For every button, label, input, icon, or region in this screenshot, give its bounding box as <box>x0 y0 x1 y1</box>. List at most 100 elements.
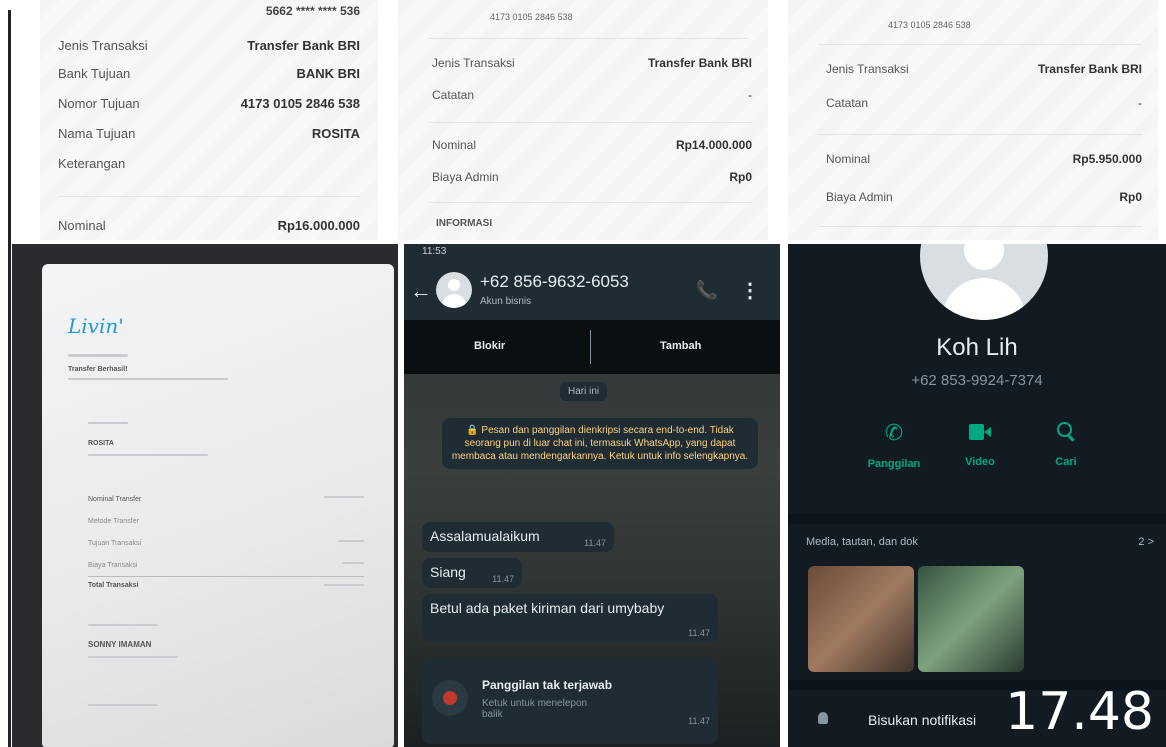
contact-phone[interactable]: +62 856-9632-6053 <box>480 272 629 292</box>
detail-item: Biaya Transaksi <box>88 562 138 569</box>
status-time: 11:53 <box>422 246 447 257</box>
row-value: BANK BRI <box>296 66 360 81</box>
receipt-watermark <box>398 0 768 240</box>
row-value: Transfer Bank BRI <box>1037 62 1142 76</box>
media-thumbnail[interactable] <box>918 566 1024 672</box>
back-icon[interactable]: ← <box>410 278 432 304</box>
divider <box>818 44 1142 45</box>
video-label: Video <box>965 456 995 468</box>
video-icon <box>969 424 991 440</box>
video-action[interactable]: Video <box>940 420 1020 468</box>
receipt-panel-1: 5662 **** **** 536 Jenis Transaksi Trans… <box>40 0 378 240</box>
row-value: ROSITA <box>311 126 360 141</box>
divider <box>428 38 748 39</box>
receipt-row: Nomor Tujuan 4173 0105 2846 538 <box>58 96 360 116</box>
missed-call-bubble[interactable]: Panggilan tak terjawab Ketuk untuk menel… <box>422 658 718 744</box>
overlay-time: 17.48 <box>1005 682 1154 742</box>
media-header[interactable]: Media, tautan, dan dok 2 > <box>788 528 1166 558</box>
transfer-status: Transfer Berhasil! <box>68 366 128 373</box>
contact-info-panel: Koh Lih +62 853-9924-7374 ✆ Panggilan Vi… <box>788 244 1166 747</box>
info-label: INFORMASI <box>436 218 493 229</box>
receipt-row: Biaya Admin Rp0 <box>432 170 752 188</box>
missed-call-title: Panggilan tak terjawab <box>482 678 613 692</box>
row-label: Nominal <box>826 152 871 166</box>
nominal-value: Rp16.000.000 <box>277 218 360 233</box>
row-value: 4173 0105 2846 538 <box>240 96 360 111</box>
receipt-panel-2: 4173 0105 2846 538 Jenis Transaksi Trans… <box>398 0 768 240</box>
receipt-row: Jenis Transaksi Transfer Bank BRI <box>826 62 1142 80</box>
nominal-label: Nominal <box>58 218 106 233</box>
message-time: 11.47 <box>492 574 514 584</box>
date-chip: Hari ini <box>560 382 608 401</box>
add-button[interactable]: Tambah <box>660 340 701 352</box>
divider <box>428 202 752 203</box>
media-label: Media, tautan, dan dok <box>806 536 918 548</box>
placeholder-line <box>324 496 364 498</box>
receipt-row: Keterangan <box>58 156 360 176</box>
account-number: 4173 0105 2846 538 <box>888 20 971 30</box>
chat-action-bar: Blokir Tambah <box>404 320 780 374</box>
account-number: 4173 0105 2846 538 <box>490 12 573 22</box>
divider <box>88 576 364 577</box>
search-label: Cari <box>1055 456 1077 468</box>
row-label: Catatan <box>826 96 869 110</box>
contact-subtitle: Akun bisnis <box>480 296 532 307</box>
detail-item: Nominal Transfer <box>88 496 142 503</box>
divider <box>58 196 360 197</box>
receipt-watermark <box>40 0 378 240</box>
chat-panel: 11:53 ← +62 856-9632-6053 Akun bisnis 📞 … <box>404 244 780 747</box>
contact-phone: +62 853-9924-7374 <box>911 372 1043 389</box>
receipt-row: Nama Tujuan ROSITA <box>58 126 360 146</box>
placeholder-line <box>338 540 364 542</box>
missed-call-icon <box>432 680 468 716</box>
add-call-icon[interactable]: 📞 <box>696 280 718 301</box>
receipt-row: Nominal Rp5.950.000 <box>826 152 1142 170</box>
row-label: Biaya Admin <box>432 170 499 184</box>
message-bubble[interactable]: Betul ada paket kiriman dari umybaby 11.… <box>422 594 718 642</box>
detail-item: Metode Transfer <box>88 518 139 525</box>
message-bubble[interactable]: Assalamualaikum 11.47 <box>422 522 614 552</box>
row-value: Rp0 <box>729 170 752 184</box>
placeholder-line <box>88 704 158 706</box>
block-button[interactable]: Blokir <box>474 340 505 352</box>
receipt-row: Nominal Rp14.000.000 <box>432 138 752 156</box>
row-value: Transfer Bank BRI <box>247 38 360 53</box>
receipt-panel-3: 4173 0105 2846 538 Jenis Transaksi Trans… <box>788 0 1158 240</box>
receipt-row: Biaya Admin Rp0 <box>826 190 1142 208</box>
bell-icon <box>818 712 828 724</box>
media-count: 2 > <box>1138 536 1154 548</box>
receipt-row: Catatan - <box>432 88 752 106</box>
placeholder-line <box>88 656 178 658</box>
divider <box>818 226 1142 227</box>
call-action[interactable]: ✆ Panggilan <box>854 420 934 470</box>
message-time: 11.47 <box>688 628 710 638</box>
row-value: Rp14.000.000 <box>675 138 752 152</box>
missed-call-time: 11.47 <box>688 716 710 726</box>
mute-label: Bisukan notifikasi <box>868 712 977 728</box>
detail-item: Total Transaksi <box>88 582 139 589</box>
receipt-row: Bank Tujuan BANK BRI <box>58 66 360 86</box>
search-action[interactable]: Cari <box>1026 420 1106 468</box>
section-divider <box>788 514 1166 524</box>
chat-header: 11:53 ← +62 856-9632-6053 Akun bisnis 📞 … <box>404 244 780 320</box>
app-logo: Livin' <box>68 314 124 338</box>
avatar[interactable] <box>436 272 472 308</box>
row-value: Rp5.950.000 <box>1072 152 1142 166</box>
divider <box>590 330 591 364</box>
message-bubble[interactable]: Siang 11.47 <box>422 558 522 588</box>
encryption-notice[interactable]: 🔒 Pesan dan panggilan dienkripsi secara … <box>442 418 758 469</box>
row-label: Catatan <box>432 88 475 102</box>
row-value: - <box>1138 96 1142 110</box>
row-label: Nominal <box>432 138 477 152</box>
media-thumbnail[interactable] <box>808 566 914 672</box>
left-edge-line <box>8 10 11 747</box>
row-label: Nama Tujuan <box>58 126 136 141</box>
message-text: Assalamualaikum <box>430 528 540 544</box>
contact-avatar[interactable] <box>920 244 1048 320</box>
placeholder-line <box>342 562 364 564</box>
placeholder-line <box>324 584 364 586</box>
source-name: SONNY IMAMAN <box>88 640 152 649</box>
row-value: Transfer Bank BRI <box>647 56 752 70</box>
menu-icon[interactable]: ⋮ <box>740 278 760 303</box>
message-time: 11.47 <box>584 538 606 548</box>
